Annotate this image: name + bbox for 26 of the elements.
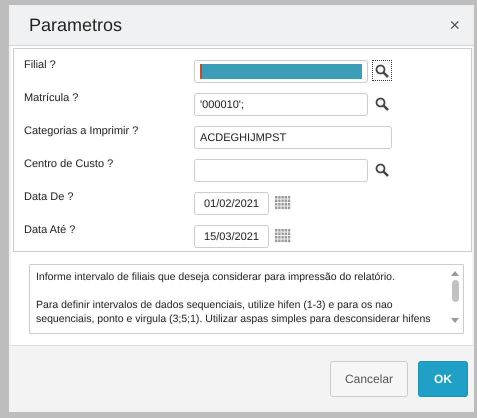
field-label: Centro de Custo ?: [24, 157, 114, 170]
field-label: Data De ?: [24, 190, 75, 203]
input-field[interactable]: 01/02/2021: [194, 192, 269, 215]
field-label: Categorias a Imprimir ?: [24, 124, 140, 137]
scrollbar-thumb[interactable]: [452, 280, 458, 302]
input-field[interactable]: [194, 60, 368, 83]
search-icon: [375, 162, 389, 176]
calendar-icon[interactable]: [275, 196, 291, 210]
scroll-up-icon[interactable]: [451, 271, 459, 276]
input-field[interactable]: [194, 159, 368, 182]
search-icon: [375, 96, 389, 110]
help-text: Para definir intervalos de dados sequenciais, utilize hifen (1-3) e para os nao sequenciais, ponto e virgula (3;5;1). Utilizar aspas simples para desconsiderar hifens: [36, 298, 432, 326]
help-text: Informe intervalo de filiais que deseja considerar para impressão do relatório.: [36, 270, 396, 284]
dialog-title: Parametros: [29, 14, 122, 36]
search-icon: [375, 64, 389, 78]
cancel-button[interactable]: Cancelar: [330, 361, 408, 397]
scroll-down-icon[interactable]: [451, 318, 459, 323]
calendar-icon[interactable]: [275, 228, 291, 242]
field-label: Matrícula ?: [24, 91, 80, 104]
search-button[interactable]: [372, 60, 392, 81]
field-label: Filial ?: [24, 58, 57, 71]
input-field[interactable]: 15/03/2021: [194, 225, 269, 248]
input-field[interactable]: '000010';: [194, 93, 368, 116]
field-label: Data Até ?: [24, 223, 76, 236]
input-field[interactable]: ACDEGHIJMPST: [194, 126, 392, 149]
close-button[interactable]: ×: [449, 14, 460, 36]
